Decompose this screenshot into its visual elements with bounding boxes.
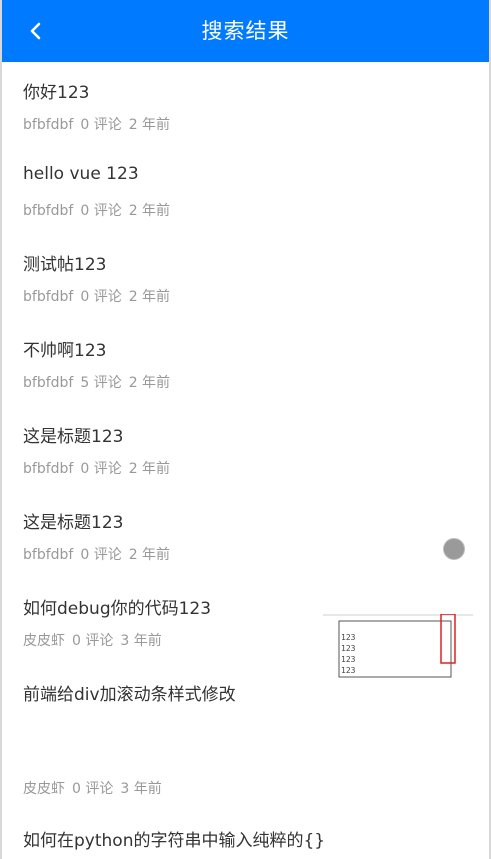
result-comments: 0 评论 [80, 289, 122, 305]
result-meta: bfbfdbf 0 评论 2 年前 [23, 286, 177, 306]
app-frame: 搜索结果 你好123 bfbfdbf 0 评论 2 年前 hello vue 123… [0, 0, 491, 859]
search-results-list: 你好123 bfbfdbf 0 评论 2 年前 hello vue 123 bfbf… [2, 62, 489, 859]
result-comments: 5 评论 [80, 375, 122, 391]
result-comments: 0 评论 [80, 461, 122, 477]
result-meta: bfbfdbf 5 评论 2 年前 [23, 372, 177, 392]
result-author: 皮皮虾 [23, 781, 65, 797]
result-meta: bfbfdbf 0 评论 2 年前 [23, 458, 177, 478]
result-author: 皮皮虾 [23, 633, 65, 649]
result-comments: 0 评论 [72, 633, 114, 649]
result-item[interactable]: 如何在python的字符串中输入纯粹的{} [2, 810, 489, 859]
result-meta: bfbfdbf 0 评论 2 年前 [23, 200, 177, 220]
result-item[interactable]: 这是标题123 bfbfdbf 0 评论 2 年前 [2, 406, 489, 492]
page-title: 搜索结果 [201, 19, 290, 43]
result-meta: bfbfdbf 0 评论 2 年前 [23, 114, 177, 134]
result-item[interactable]: 前端给div加滚动条样式修改 皮皮虾 0 评论 3 年前 [2, 664, 489, 810]
result-title: 前端给div加滚动条样式修改 [23, 685, 236, 705]
result-title: hello vue 123 [23, 164, 139, 184]
thumbnail-text-line: 123 [341, 655, 356, 664]
thumbnail-text-line: 123 [341, 633, 356, 642]
result-comments: 0 评论 [72, 781, 114, 797]
result-author: bfbfdbf [23, 203, 74, 219]
result-title: 测试帖123 [23, 255, 107, 275]
result-time: 2 年前 [128, 547, 171, 563]
result-item[interactable]: 这是标题123 bfbfdbf 0 评论 2 年前 [2, 492, 489, 578]
thumbnail-text-line: 123 [341, 666, 356, 675]
result-title: 不帅啊123 [23, 341, 107, 361]
result-meta: 皮皮虾 0 评论 3 年前 [23, 630, 169, 650]
result-time: 2 年前 [128, 203, 171, 219]
result-item[interactable]: 不帅啊123 bfbfdbf 5 评论 2 年前 [2, 320, 489, 406]
result-title: 你好123 [23, 83, 90, 103]
result-title: 如何在python的字符串中输入纯粹的{} [23, 831, 326, 851]
result-time: 2 年前 [128, 461, 171, 477]
result-time: 3 年前 [120, 633, 162, 649]
result-time: 2 年前 [128, 375, 171, 391]
result-comments: 0 评论 [80, 547, 122, 563]
result-time: 2 年前 [128, 289, 171, 305]
thumbnail-text-line: 123 [341, 644, 356, 653]
floating-button[interactable] [443, 538, 465, 560]
result-comments: 0 评论 [80, 117, 122, 133]
result-author: bfbfdbf [23, 375, 74, 391]
result-title: 如何debug你的代码123 [23, 599, 212, 619]
result-author: bfbfdbf [23, 547, 74, 563]
result-item[interactable]: 你好123 bfbfdbf 0 评论 2 年前 [2, 62, 489, 148]
result-title: 这是标题123 [23, 427, 124, 447]
result-author: bfbfdbf [23, 289, 74, 305]
result-meta: bfbfdbf 0 评论 2 年前 [23, 544, 177, 564]
result-item[interactable]: 测试帖123 bfbfdbf 0 评论 2 年前 [2, 234, 489, 320]
result-meta: 皮皮虾 0 评论 3 年前 [23, 778, 169, 798]
result-comments: 0 评论 [80, 203, 122, 219]
result-time: 3 年前 [120, 781, 162, 797]
result-time: 2 年前 [128, 117, 171, 133]
top-navbar: 搜索结果 [2, 0, 489, 62]
result-author: bfbfdbf [23, 117, 74, 133]
result-title: 这是标题123 [23, 513, 124, 533]
result-thumbnail: 123 123 123 123 [323, 614, 473, 678]
result-author: bfbfdbf [23, 461, 74, 477]
result-item[interactable]: hello vue 123 bfbfdbf 0 评论 2 年前 [2, 148, 489, 234]
